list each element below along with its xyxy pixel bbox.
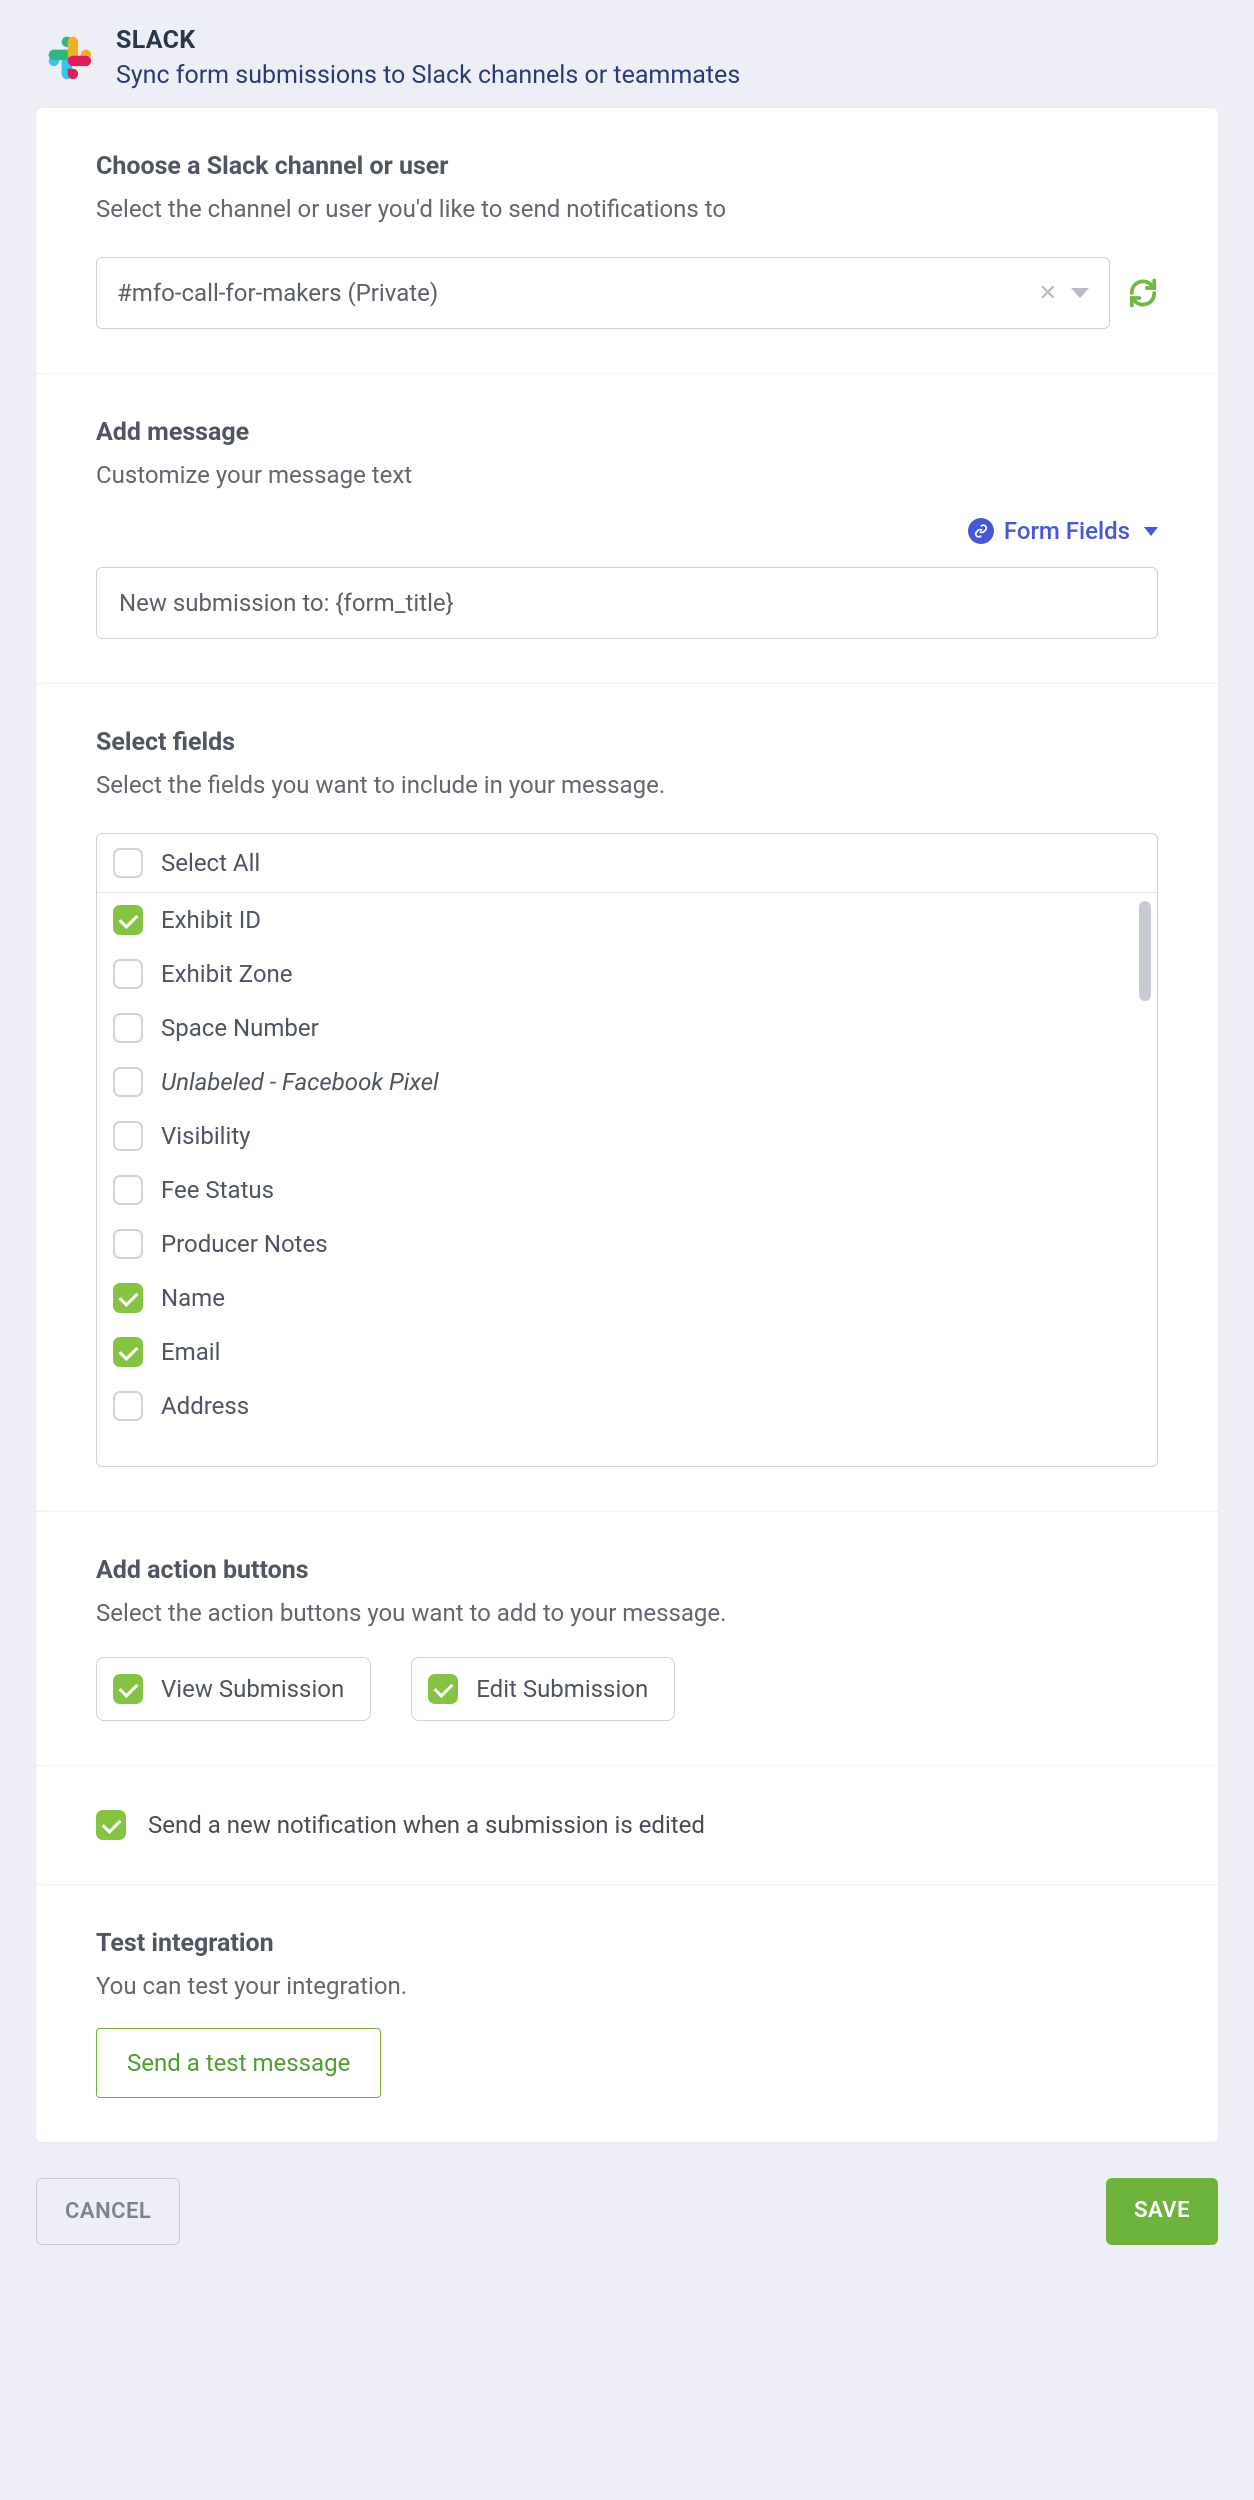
notify-on-edit-checkbox[interactable] [96, 1810, 126, 1840]
notify-on-edit-label: Send a new notification when a submissio… [148, 1811, 705, 1839]
select-all-label: Select All [161, 849, 260, 877]
field-label: Email [161, 1338, 220, 1366]
refresh-icon[interactable] [1128, 278, 1158, 308]
field-label: Unlabeled - Facebook Pixel [161, 1068, 439, 1096]
test-title: Test integration [96, 1929, 1158, 1958]
field-item: Unlabeled - Facebook Pixel [97, 1055, 1157, 1109]
field-item: Address [97, 1379, 1157, 1433]
field-checkbox[interactable] [113, 1337, 143, 1367]
channel-title: Choose a Slack channel or user [96, 152, 1158, 181]
select-all-checkbox[interactable] [113, 848, 143, 878]
send-test-button[interactable]: Send a test message [96, 2028, 381, 2098]
channel-selected-value: #mfo-call-for-makers (Private) [117, 279, 438, 307]
message-subtitle: Customize your message text [96, 461, 1158, 489]
field-item: Name [97, 1271, 1157, 1325]
field-label: Address [161, 1392, 249, 1420]
action-checkbox[interactable] [428, 1674, 458, 1704]
slack-logo-icon [40, 28, 92, 80]
section-test: Test integration You can test your integ… [36, 1885, 1218, 2142]
form-fields-dropdown[interactable]: Form Fields [96, 517, 1158, 545]
action-label: Edit Submission [476, 1675, 648, 1703]
field-item: Space Number [97, 1001, 1157, 1055]
field-checkbox[interactable] [113, 959, 143, 989]
action-button-option[interactable]: View Submission [96, 1657, 371, 1721]
fields-title: Select fields [96, 728, 1158, 757]
field-checkbox[interactable] [113, 905, 143, 935]
save-button[interactable]: SAVE [1106, 2178, 1218, 2245]
section-fields: Select fields Select the fields you want… [36, 684, 1218, 1512]
field-label: Name [161, 1284, 225, 1312]
channel-subtitle: Select the channel or user you'd like to… [96, 195, 1158, 223]
section-message: Add message Customize your message text … [36, 374, 1218, 684]
field-checkbox[interactable] [113, 1229, 143, 1259]
message-input[interactable]: New submission to: {form_title} [96, 567, 1158, 639]
field-checkbox[interactable] [113, 1391, 143, 1421]
actions-title: Add action buttons [96, 1556, 1158, 1585]
action-button-option[interactable]: Edit Submission [411, 1657, 675, 1721]
field-label: Fee Status [161, 1176, 274, 1204]
field-item: Exhibit ID [97, 893, 1157, 947]
field-checkbox[interactable] [113, 1013, 143, 1043]
action-checkbox[interactable] [113, 1674, 143, 1704]
field-item: Producer Notes [97, 1217, 1157, 1271]
field-label: Space Number [161, 1014, 319, 1042]
field-checkbox[interactable] [113, 1121, 143, 1151]
chevron-down-icon [1144, 527, 1158, 536]
section-notify: Send a new notification when a submissio… [36, 1766, 1218, 1885]
channel-select[interactable]: #mfo-call-for-makers (Private) ✕ [96, 257, 1110, 329]
form-fields-label: Form Fields [1004, 517, 1130, 545]
field-item: Fee Status [97, 1163, 1157, 1217]
integration-title: SLACK [116, 26, 740, 55]
cancel-button[interactable]: CANCEL [36, 2178, 180, 2245]
integration-subtitle: Sync form submissions to Slack channels … [116, 61, 740, 90]
field-checkbox[interactable] [113, 1175, 143, 1205]
integration-header: SLACK Sync form submissions to Slack cha… [36, 20, 1218, 108]
field-item: Visibility [97, 1109, 1157, 1163]
message-title: Add message [96, 418, 1158, 447]
field-item: Email [97, 1325, 1157, 1379]
field-item: Exhibit Zone [97, 947, 1157, 1001]
field-label: Exhibit ID [161, 906, 261, 934]
chevron-down-icon[interactable] [1071, 288, 1089, 298]
section-channel: Choose a Slack channel or user Select th… [36, 108, 1218, 374]
section-actions: Add action buttons Select the action but… [36, 1512, 1218, 1766]
scrollbar-thumb[interactable] [1139, 901, 1151, 1001]
fields-subtitle: Select the fields you want to include in… [96, 771, 1158, 799]
clear-icon[interactable]: ✕ [1039, 281, 1057, 306]
field-checkbox[interactable] [113, 1283, 143, 1313]
field-label: Producer Notes [161, 1230, 328, 1258]
field-label: Visibility [161, 1122, 251, 1150]
link-icon [968, 518, 994, 544]
field-label: Exhibit Zone [161, 960, 293, 988]
actions-subtitle: Select the action buttons you want to ad… [96, 1599, 1158, 1627]
field-checkbox[interactable] [113, 1067, 143, 1097]
test-subtitle: You can test your integration. [96, 1972, 1158, 2000]
action-label: View Submission [161, 1675, 344, 1703]
